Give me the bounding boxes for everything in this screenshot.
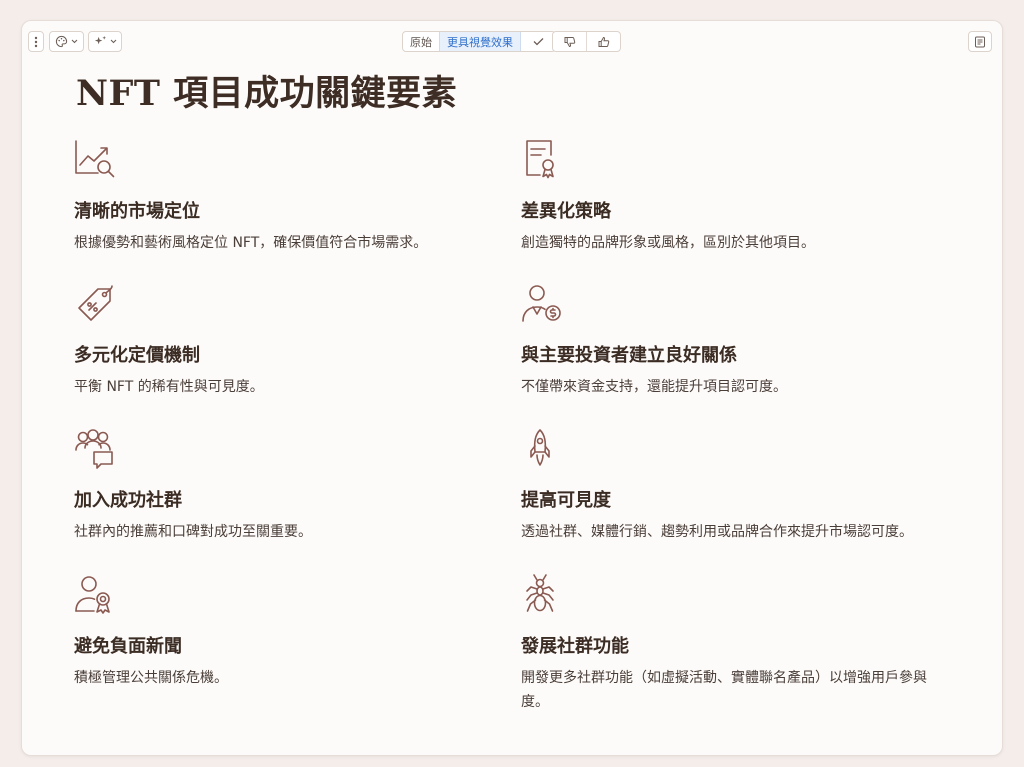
item-description: 平衡 NFT 的稀有性與可見度。 xyxy=(74,379,264,395)
item-title: 避免負面新聞 xyxy=(74,636,182,657)
investor-icon xyxy=(522,285,561,322)
thumbs-down-button[interactable] xyxy=(553,32,586,51)
palette-icon xyxy=(55,35,68,48)
item-description: 積極管理公共關係危機。 xyxy=(74,670,228,686)
vertical-dots-icon xyxy=(34,36,38,47)
chevron-down-icon xyxy=(110,39,116,44)
community-icon xyxy=(75,429,113,469)
item-title: 加入成功社群 xyxy=(74,490,182,511)
list-item: 避免負面新聞 積極管理公共關係危機。 xyxy=(74,574,514,686)
item-description: 創造獨特的品牌形象或風格，區別於其他項目。 xyxy=(521,235,815,251)
item-description: 開發更多社群功能（如虛擬活動、實體聯名產品）以增強用戶參與度。 xyxy=(521,670,927,710)
style-visual-option[interactable]: 更具視覺效果 xyxy=(439,32,521,51)
document-icon xyxy=(975,36,985,47)
chart-search-icon xyxy=(75,140,115,178)
list-item: 多元化定價機制 平衡 NFT 的稀有性與可見度。 xyxy=(74,283,514,395)
thumbs-up-button[interactable] xyxy=(586,32,620,51)
feedback-group xyxy=(552,31,621,52)
certificate-icon xyxy=(526,140,554,179)
style-toggle: 原始 更具視覺效果 xyxy=(402,31,556,52)
list-item: 與主要投資者建立良好關係 不僅帶來資金支持，還能提升項目認可度。 xyxy=(521,283,961,395)
thumbs-up-icon xyxy=(598,36,609,47)
item-title: 發展社群功能 xyxy=(521,636,629,657)
item-description: 社群內的推薦和口碑對成功至關重要。 xyxy=(74,524,312,540)
rocket-icon xyxy=(530,429,550,466)
award-person-icon xyxy=(75,576,110,614)
notes-button[interactable] xyxy=(968,31,992,52)
item-title: 與主要投資者建立良好關係 xyxy=(521,345,737,366)
item-description: 根據優勢和藝術風格定位 NFT，確保價值符合市場需求。 xyxy=(74,235,428,251)
theme-button[interactable] xyxy=(49,31,84,52)
page-title: NFT 項目成功關鍵要素 xyxy=(76,73,458,114)
item-description: 不僅帶來資金支持，還能提升項目認可度。 xyxy=(521,379,787,395)
ai-assist-button[interactable] xyxy=(88,31,122,52)
list-item: 差異化策略 創造獨特的品牌形象或風格，區別於其他項目。 xyxy=(521,139,961,251)
item-description: 透過社群、媒體行銷、趨勢利用或品牌合作來提升市場認可度。 xyxy=(521,524,913,540)
list-item: 提高可見度 透過社群、媒體行銷、趨勢利用或品牌合作來提升市場認可度。 xyxy=(521,428,961,540)
price-tag-icon xyxy=(78,285,113,321)
ant-icon xyxy=(526,574,554,612)
confirm-button[interactable] xyxy=(521,32,555,51)
sparkle-icon xyxy=(94,35,106,45)
item-title: 差異化策略 xyxy=(521,201,611,222)
more-menu-button[interactable] xyxy=(28,31,44,52)
list-item: 加入成功社群 社群內的推薦和口碑對成功至關重要。 xyxy=(74,428,514,540)
item-title: 清晰的市場定位 xyxy=(74,201,200,222)
chevron-down-icon xyxy=(71,39,78,44)
item-title: 多元化定價機制 xyxy=(74,345,200,366)
list-item: 發展社群功能 開發更多社群功能（如虛擬活動、實體聯名產品）以增強用戶參與度。 xyxy=(521,574,961,710)
check-icon xyxy=(533,38,543,46)
thumbs-down-icon xyxy=(564,36,575,47)
item-title: 提高可見度 xyxy=(521,490,611,511)
content-card: 原始 更具視覺效果 NFT 項目成功關鍵要素 清晰的市場定位 根據優勢和藝術風格… xyxy=(21,20,1003,756)
list-item: 清晰的市場定位 根據優勢和藝術風格定位 NFT，確保價值符合市場需求。 xyxy=(74,139,514,251)
style-original-option[interactable]: 原始 xyxy=(403,32,439,51)
